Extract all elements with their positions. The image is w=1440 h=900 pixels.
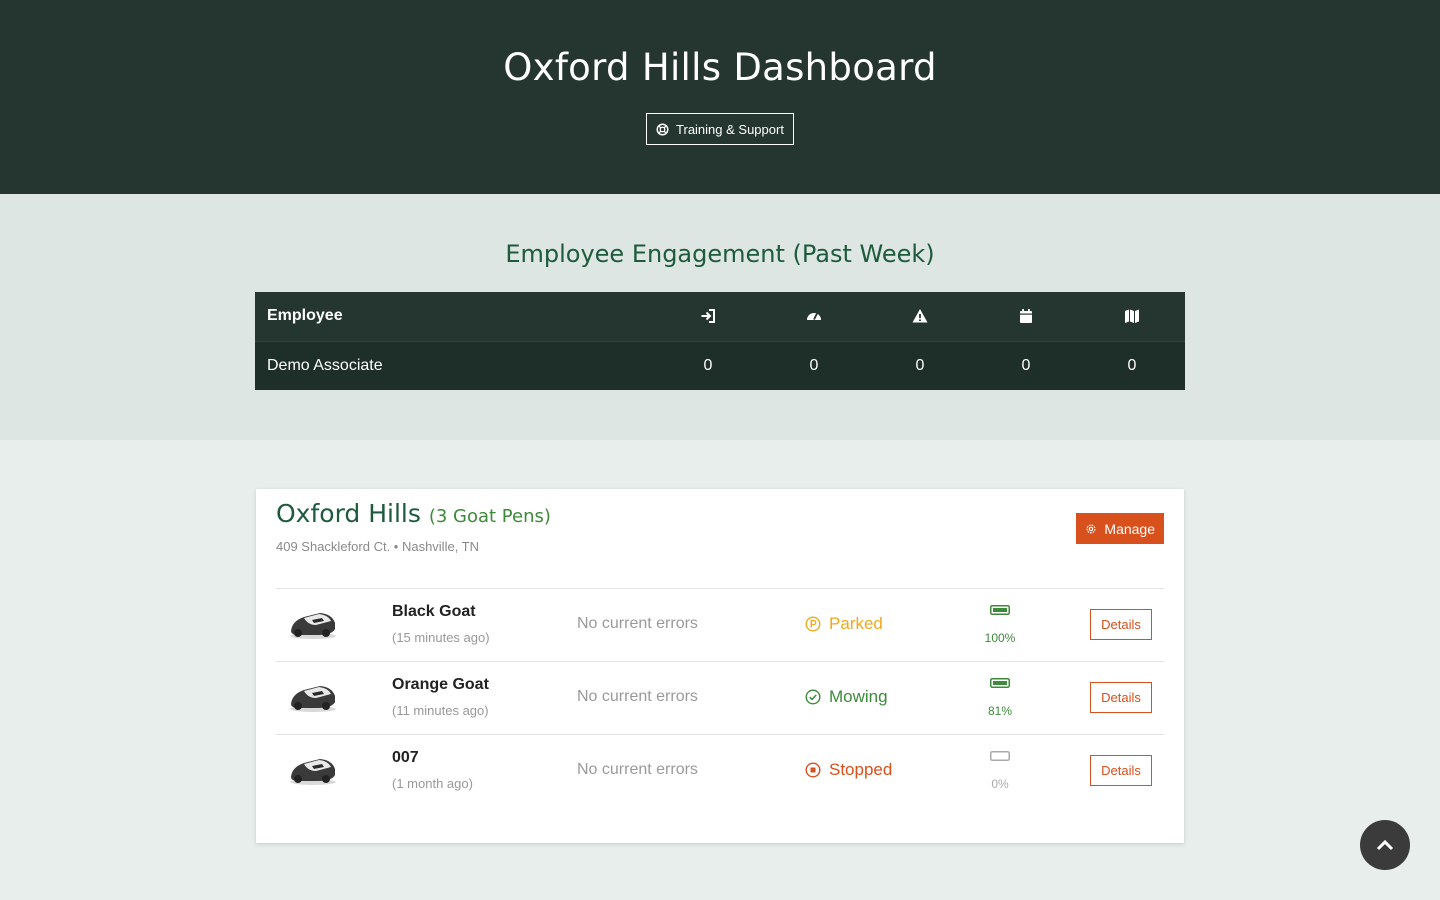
battery-percent: 0% <box>991 777 1009 791</box>
mower-status-label: Parked <box>829 614 883 633</box>
engagement-title: Employee Engagement (Past Week) <box>505 240 935 268</box>
chevron-up-icon <box>1376 839 1394 851</box>
manage-label: Manage <box>1104 520 1155 537</box>
page-title: Oxford Hills Dashboard <box>503 46 937 89</box>
check-circle-icon <box>805 689 821 705</box>
page-header: Oxford Hills Dashboard Training & Suppor… <box>0 0 1440 194</box>
map-count: 0 <box>1079 340 1185 390</box>
battery-full-icon <box>990 605 1010 615</box>
mower-last-updated: (1 month ago) <box>392 776 473 791</box>
manage-button[interactable]: Manage <box>1076 513 1164 544</box>
mower-status-label: Mowing <box>829 687 888 706</box>
mower-errors: No current errors <box>577 761 698 778</box>
mower-list: Black Goat (15 minutes ago) No current e… <box>276 588 1164 807</box>
details-button[interactable]: Details <box>1090 682 1152 713</box>
mower-battery: 0% <box>970 751 1030 791</box>
schedule-count: 0 <box>973 340 1079 390</box>
warning-icon <box>912 309 928 323</box>
battery-empty-icon <box>990 751 1010 761</box>
mower-name: Orange Goat <box>392 676 489 693</box>
mower-status-label: Stopped <box>829 760 893 779</box>
site-pen-count: (3 Goat Pens) <box>428 506 551 527</box>
mower-errors: No current errors <box>577 688 698 705</box>
site-address: 409 Shackleford Ct. • Nashville, TN <box>276 539 480 554</box>
gear-icon <box>1086 524 1096 533</box>
mower-status: Mowing <box>805 687 888 707</box>
alerts-count: 0 <box>867 340 973 390</box>
engagement-header-row: Employee <box>255 292 1185 341</box>
training-support-label: Training & Support <box>676 121 784 137</box>
parked-icon <box>805 616 821 632</box>
mower-battery: 100% <box>970 605 1030 645</box>
dashboard-column-header <box>761 292 867 341</box>
mower-last-updated: (11 minutes ago) <box>392 703 489 718</box>
mower-row: Orange Goat (11 minutes ago) No current … <box>276 661 1164 734</box>
employee-column-header: Employee <box>267 307 343 325</box>
mower-row: Black Goat (15 minutes ago) No current e… <box>276 588 1164 661</box>
stop-circle-icon <box>805 762 821 778</box>
battery-percent: 100% <box>984 631 1016 645</box>
mower-errors: No current errors <box>577 615 698 632</box>
mower-name: 007 <box>392 749 419 766</box>
mower-name: Black Goat <box>392 603 476 620</box>
robot-mower-image <box>290 686 336 712</box>
details-button[interactable]: Details <box>1090 609 1152 640</box>
site-card: Oxford Hills (3 Goat Pens) 409 Shacklefo… <box>256 489 1184 843</box>
map-column-header <box>1079 292 1185 341</box>
mower-last-updated: (15 minutes ago) <box>392 630 490 645</box>
life-ring-icon <box>656 122 669 136</box>
site-name: Oxford Hills <box>276 499 421 528</box>
schedule-column-header <box>973 292 1079 341</box>
calendar-icon <box>1020 309 1032 324</box>
sign-in-icon <box>701 309 715 324</box>
engagement-row: Demo Associate 0 0 0 0 0 <box>255 340 1185 390</box>
robot-mower-image <box>290 759 336 785</box>
training-support-button[interactable]: Training & Support <box>646 113 794 145</box>
mower-battery: 81% <box>970 678 1030 718</box>
robot-mower-image <box>290 613 336 639</box>
logins-count: 0 <box>655 340 761 390</box>
engagement-table: Employee Demo Associate 0 0 0 0 0 <box>255 292 1185 390</box>
battery-percent: 81% <box>987 704 1013 718</box>
engagement-section: Employee Engagement (Past Week) Employee <box>0 194 1440 440</box>
employee-name: Demo Associate <box>255 340 655 390</box>
alerts-column-header <box>867 292 973 341</box>
details-button[interactable]: Details <box>1090 755 1152 786</box>
scroll-to-top-button[interactable] <box>1360 820 1410 870</box>
mower-row: 007 (1 month ago) No current errors Stop… <box>276 734 1164 807</box>
mower-status: Stopped <box>805 760 892 780</box>
site-title: Oxford Hills (3 Goat Pens) <box>276 499 551 528</box>
logins-column-header <box>655 292 761 341</box>
mower-status: Parked <box>805 614 883 634</box>
gauge-icon <box>807 313 821 321</box>
dashboard-count: 0 <box>761 340 867 390</box>
battery-high-icon <box>990 678 1010 688</box>
map-icon <box>1125 309 1139 324</box>
